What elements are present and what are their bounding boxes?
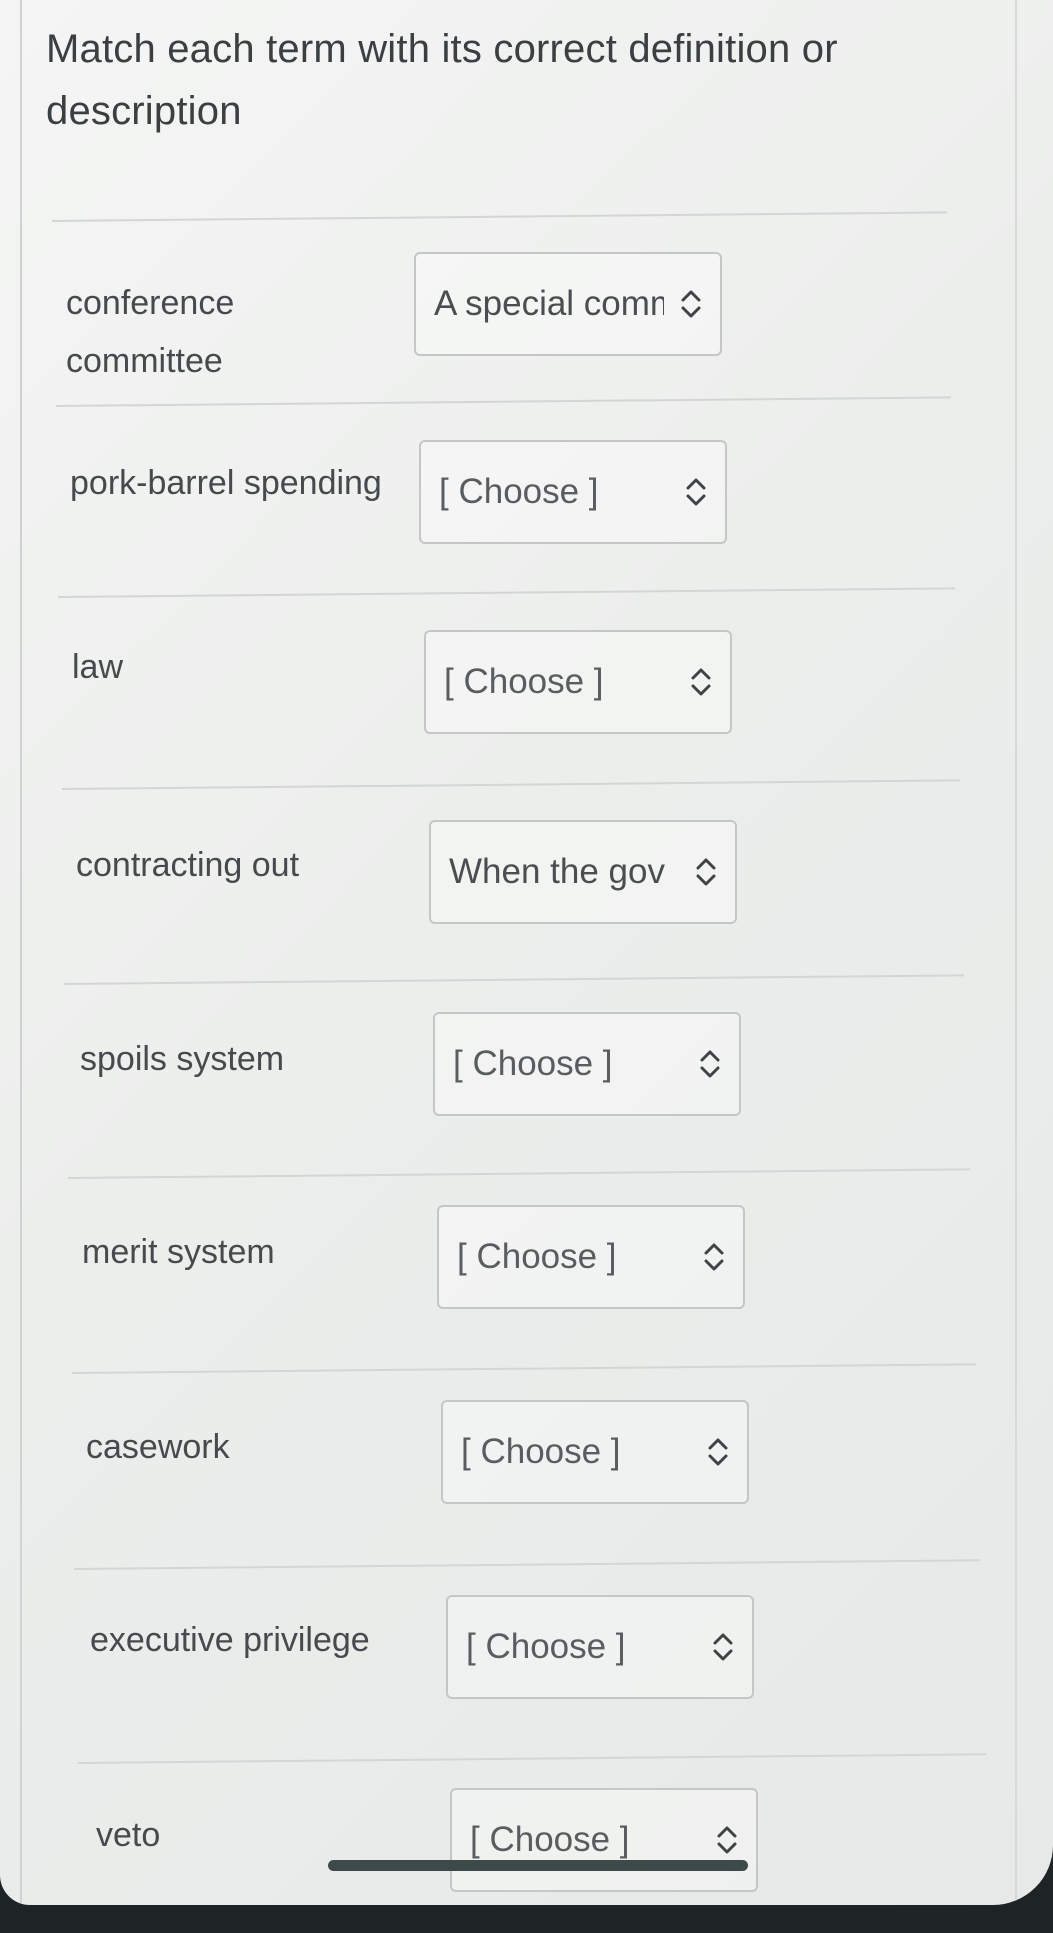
chevron-up-down-icon [717,1826,737,1854]
row-divider [73,1559,980,1570]
chevron-up-down-icon [704,1243,724,1271]
chevron-up-down-icon [691,668,711,696]
select-value: [ Choose ] [457,1237,617,1276]
definition-select[interactable]: [ Choose ] [419,440,727,544]
content-left-border [20,0,22,1905]
term-label: executive privilege [90,1621,370,1659]
definition-select[interactable]: [ Choose ] [433,1012,741,1116]
definition-select[interactable]: [ Choose ] [437,1205,745,1309]
select-value: [ Choose ] [439,472,599,511]
chevron-up-down-icon [681,290,701,318]
row-divider [71,1363,976,1374]
row-divider [57,587,955,598]
term-label: spoils system [80,1040,285,1078]
chevron-up-down-icon [713,1633,733,1661]
term-label: pork-barrel spending [70,464,382,502]
definition-select[interactable]: [ Choose ] [424,630,732,734]
term-label: conference committee [66,284,235,380]
definition-select[interactable]: [ Choose ] [446,1595,754,1699]
chevron-up-down-icon [700,1050,720,1078]
term-label: contracting out [76,846,300,884]
home-indicator-bar[interactable] [328,1860,748,1871]
select-value: [ Choose ] [444,662,604,701]
select-value: [ Choose ] [466,1627,626,1666]
row-divider [61,779,960,790]
term-label: law [72,648,124,686]
term-label: veto [96,1816,161,1854]
select-value: [ Choose ] [453,1044,613,1083]
content-right-border [1015,0,1017,1905]
row-divider [77,1753,986,1764]
term-label: casework [86,1428,230,1466]
row-divider [55,396,951,407]
definition-select[interactable]: A special committee [414,252,722,356]
chevron-up-down-icon [686,478,706,506]
select-value: [ Choose ] [470,1820,630,1859]
definition-select[interactable]: [ Choose ] [450,1788,758,1892]
row-divider [67,1168,970,1179]
chevron-up-down-icon [696,858,716,886]
select-value: [ Choose ] [461,1432,621,1471]
definition-select[interactable]: When the gov [429,820,737,924]
row-divider [63,974,964,985]
definition-select[interactable]: [ Choose ] [441,1400,749,1504]
question-prompt: Match each term with its correct definit… [46,27,838,133]
term-label: merit system [82,1233,275,1271]
select-value: When the gov [449,852,665,891]
quiz-screen: Match each term with its correct definit… [0,0,1053,1905]
select-value: A special committee [434,284,664,323]
top-divider [51,211,947,222]
chevron-up-down-icon [708,1438,728,1466]
